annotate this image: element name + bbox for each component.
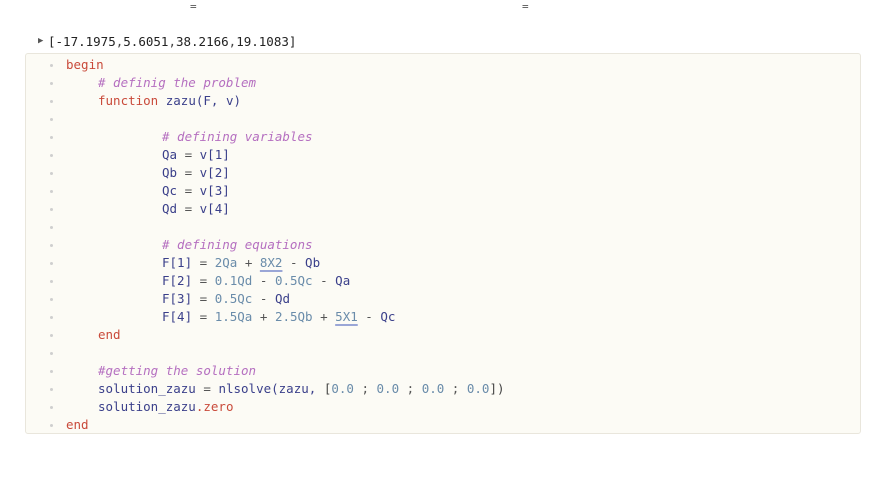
code-line: solution_zazu = nlsolve(zazu, [0.0 ; 0.0… (26, 380, 862, 398)
comment-equations: # defining equations (162, 237, 313, 252)
output-open-bracket: [ (48, 33, 56, 49)
comment-solution: #getting the solution (98, 363, 257, 378)
output-value: 38.2166 (175, 33, 229, 49)
code-line: F[1] = 2Qa + 8X2 - Qb (26, 254, 862, 272)
code-line: Qb = v[2] (26, 164, 862, 182)
code-line: solution_zazu.zero (26, 398, 862, 416)
output-value: 19.1083 (236, 33, 289, 49)
code-line: #getting the solution (26, 362, 862, 380)
cell-output: ▶ [ -17.1975, 5.6051, 38.2166, 19.1083 ] (38, 33, 297, 49)
undefined-var-warning[interactable]: 8X2 (260, 255, 283, 270)
slider-x1-label: X1 = (190, 0, 197, 13)
code-line: F[3] = 0.5Qc - Qd (26, 290, 862, 308)
top-slider-strip: X1 = X2 = (0, 0, 886, 13)
undefined-var-warning[interactable]: 5X1 (335, 309, 358, 324)
output-close-bracket: ] (288, 33, 297, 49)
code-line (26, 344, 862, 362)
code-line: end (26, 416, 862, 434)
code-line: function zazu(F, v) (26, 92, 862, 110)
code-cell[interactable]: begin # definig the problem function zaz… (25, 53, 861, 434)
code-line: Qa = v[1] (26, 146, 862, 164)
slider-x2-label: X2 = (522, 0, 529, 13)
code-line (26, 110, 862, 128)
comment-variables: # defining variables (162, 129, 313, 144)
code-line: # defining variables (26, 128, 862, 146)
code-line: Qd = v[4] (26, 200, 862, 218)
code-line (26, 218, 862, 236)
code-line: # defining equations (26, 236, 862, 254)
code-line: begin (26, 56, 862, 74)
expand-triangle-icon[interactable]: ▶ (38, 36, 48, 46)
code-line: F[2] = 0.1Qd - 0.5Qc - Qa (26, 272, 862, 290)
output-value: -17.1975 (55, 33, 116, 49)
code-line: # definig the problem (26, 74, 862, 92)
output-value: 5.6051 (123, 33, 169, 49)
code-line: Qc = v[3] (26, 182, 862, 200)
end-inner-keyword: end (98, 327, 121, 342)
code-line: end (26, 326, 862, 344)
line-dot (50, 64, 53, 67)
code-line: F[4] = 1.5Qa + 2.5Qb + 5X1 - Qc (26, 308, 862, 326)
function-signature: zazu(F, v) (165, 93, 242, 108)
function-keyword: function (98, 93, 159, 108)
end-outer-keyword: end (66, 417, 89, 432)
begin-keyword: begin (66, 57, 104, 72)
comment-problem: # definig the problem (98, 75, 257, 90)
